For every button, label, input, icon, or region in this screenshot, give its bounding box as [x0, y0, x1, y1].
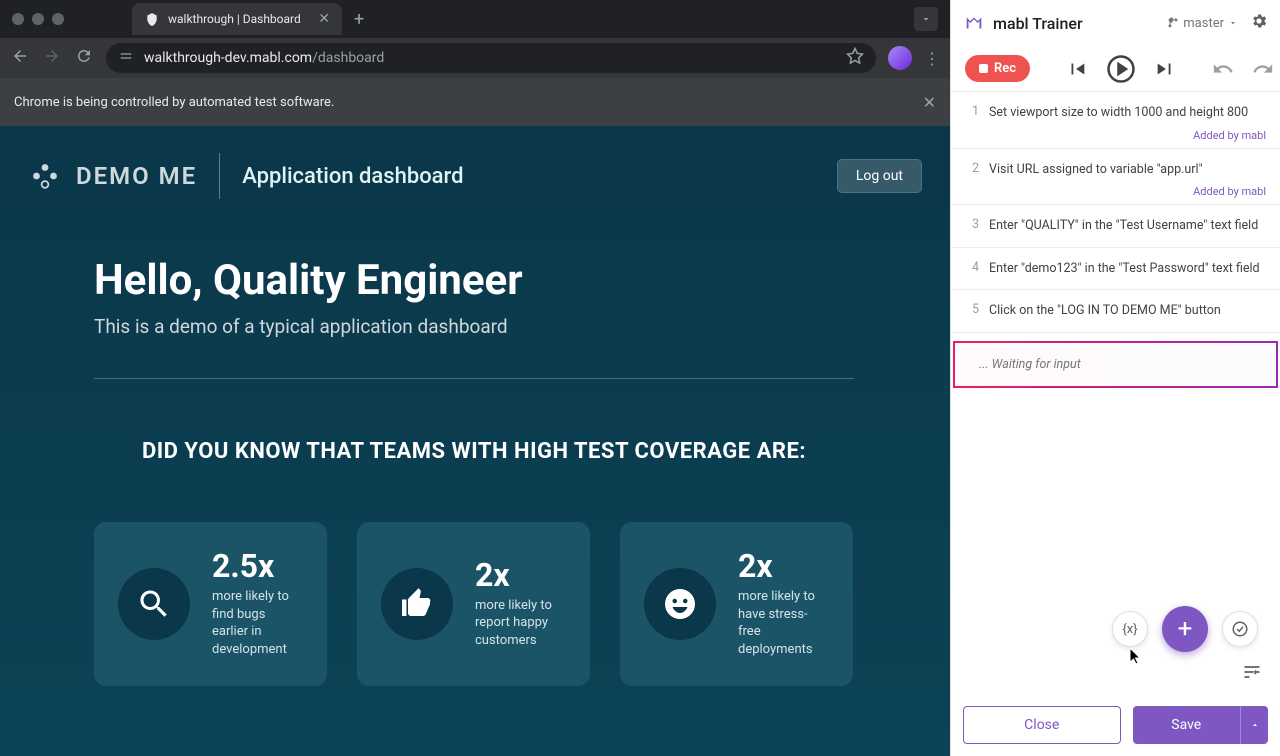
record-label: Rec: [994, 61, 1016, 76]
step-text: Enter "demo123" in the "Test Password" t…: [989, 260, 1266, 278]
browser-tab[interactable]: walkthrough | Dashboard ✕: [132, 3, 342, 35]
automation-notice-text: Chrome is being controlled by automated …: [14, 95, 334, 110]
tab-title: walkthrough | Dashboard: [168, 12, 310, 26]
stat-desc: more likely to have stress-free deployme…: [738, 588, 829, 658]
window-close-dot[interactable]: [12, 13, 24, 25]
step-row[interactable]: 3 Enter "QUALITY" in the "Test Username"…: [951, 205, 1280, 248]
trainer-panel: mabl Trainer master Rec: [950, 0, 1280, 756]
step-text: Enter "QUALITY" in the "Test Username" t…: [989, 217, 1266, 235]
record-button[interactable]: Rec: [965, 55, 1030, 82]
trainer-title: mabl Trainer: [993, 14, 1083, 33]
new-tab-button[interactable]: +: [354, 9, 364, 30]
stat-card-deploy: 2x more likely to have stress-free deplo…: [620, 522, 853, 686]
dismiss-notice-icon[interactable]: ✕: [923, 93, 936, 112]
step-tag: Added by mabl: [1193, 185, 1266, 198]
page-title: Application dashboard: [242, 164, 463, 189]
url-path: /dashboard: [312, 50, 384, 66]
trainer-header: mabl Trainer master: [951, 0, 1280, 46]
step-number: 1: [961, 104, 979, 122]
magnifier-icon: [118, 568, 190, 640]
assertion-button[interactable]: [1222, 611, 1258, 647]
step-row[interactable]: 2 Visit URL assigned to variable "app.ur…: [951, 149, 1280, 206]
brand-text: DEMO ME: [76, 162, 197, 190]
step-row[interactable]: 5 Click on the "LOG IN TO DEMO ME" butto…: [951, 290, 1280, 333]
waiting-for-input[interactable]: ... Waiting for input: [953, 341, 1278, 388]
bookmark-star-icon[interactable]: [846, 47, 864, 69]
reload-button[interactable]: [74, 47, 94, 69]
tab-close-icon[interactable]: ✕: [318, 11, 330, 27]
step-tag: Added by mabl: [1193, 129, 1266, 142]
automation-notice-bar: Chrome is being controlled by automated …: [0, 78, 950, 126]
save-dropdown-button[interactable]: [1240, 706, 1268, 744]
step-list: 1 Set viewport size to width 1000 and he…: [951, 92, 1280, 666]
trainer-toolbar: Rec: [951, 46, 1280, 92]
hero-title: Hello, Quality Engineer: [94, 256, 856, 305]
play-icon[interactable]: [1106, 54, 1136, 84]
address-bar: walkthrough-dev.mabl.com/dashboard ⋮: [0, 38, 950, 78]
stat-row: 2.5x more likely to find bugs earlier in…: [94, 522, 856, 686]
branch-name: master: [1183, 16, 1224, 31]
step-row[interactable]: 4 Enter "demo123" in the "Test Password"…: [951, 248, 1280, 291]
window-max-dot[interactable]: [52, 13, 64, 25]
stat-card-bugs: 2.5x more likely to find bugs earlier in…: [94, 522, 327, 686]
step-text: Set viewport size to width 1000 and heig…: [989, 104, 1266, 122]
step-number: 5: [961, 302, 979, 320]
stat-value: 2.5x: [212, 550, 303, 582]
record-indicator-icon: [979, 64, 988, 73]
step-forward-icon[interactable]: [1154, 58, 1176, 80]
add-step-fab[interactable]: +: [1162, 606, 1208, 652]
title-bar: walkthrough | Dashboard ✕ +: [0, 0, 950, 38]
url-input[interactable]: walkthrough-dev.mabl.com/dashboard: [106, 43, 876, 73]
tune-icon[interactable]: [1242, 662, 1262, 686]
browser-window: walkthrough | Dashboard ✕ + walkthrough-…: [0, 0, 950, 756]
app-header: DEMO ME Application dashboard Log out: [0, 126, 950, 226]
step-number: 4: [961, 260, 979, 278]
did-you-know-heading: DID YOU KNOW THAT TEAMS WITH HIGH TEST C…: [94, 439, 854, 464]
smile-icon: [644, 568, 716, 640]
save-button[interactable]: Save: [1133, 706, 1241, 744]
stat-desc: more likely to report happy customers: [475, 597, 566, 650]
step-text: Visit URL assigned to variable "app.url": [989, 161, 1266, 179]
stat-value: 2x: [738, 550, 829, 582]
step-number: 2: [961, 161, 979, 179]
step-number: 3: [961, 217, 979, 235]
forward-button[interactable]: [42, 47, 62, 69]
app-content: DEMO ME Application dashboard Log out He…: [0, 126, 950, 756]
profile-avatar[interactable]: [888, 46, 912, 70]
waiting-text: ... Waiting for input: [979, 357, 1081, 372]
branch-selector[interactable]: master: [1167, 16, 1238, 31]
url-domain: walkthrough-dev.mabl.com: [144, 50, 312, 66]
window-min-dot[interactable]: [32, 13, 44, 25]
kebab-menu-icon[interactable]: ⋮: [924, 49, 940, 68]
site-info-icon[interactable]: [118, 48, 134, 68]
header-divider: [219, 153, 220, 199]
logout-button[interactable]: Log out: [837, 159, 922, 193]
mabl-logo-icon: [963, 12, 985, 34]
undo-icon[interactable]: [1212, 58, 1234, 80]
demo-me-logo-icon: [28, 159, 62, 193]
close-button[interactable]: Close: [963, 706, 1121, 744]
variable-button[interactable]: {x}: [1112, 611, 1148, 647]
stat-desc: more likely to find bugs earlier in deve…: [212, 588, 303, 658]
step-row[interactable]: 1 Set viewport size to width 1000 and he…: [951, 92, 1280, 149]
back-button[interactable]: [10, 47, 30, 69]
hero-subtitle: This is a demo of a typical application …: [94, 315, 856, 338]
stat-value: 2x: [475, 559, 566, 591]
redo-icon[interactable]: [1252, 58, 1274, 80]
settings-gear-icon[interactable]: [1250, 12, 1268, 34]
tabs-dropdown-icon[interactable]: [914, 7, 938, 31]
step-back-icon[interactable]: [1066, 58, 1088, 80]
hero-divider: [94, 378, 854, 379]
tab-favicon-icon: [144, 11, 160, 27]
trainer-footer: {x} + Close Save: [951, 666, 1280, 756]
step-text: Click on the "LOG IN TO DEMO ME" button: [989, 302, 1266, 320]
stat-card-customers: 2x more likely to report happy customers: [357, 522, 590, 686]
thumbs-up-icon: [381, 568, 453, 640]
